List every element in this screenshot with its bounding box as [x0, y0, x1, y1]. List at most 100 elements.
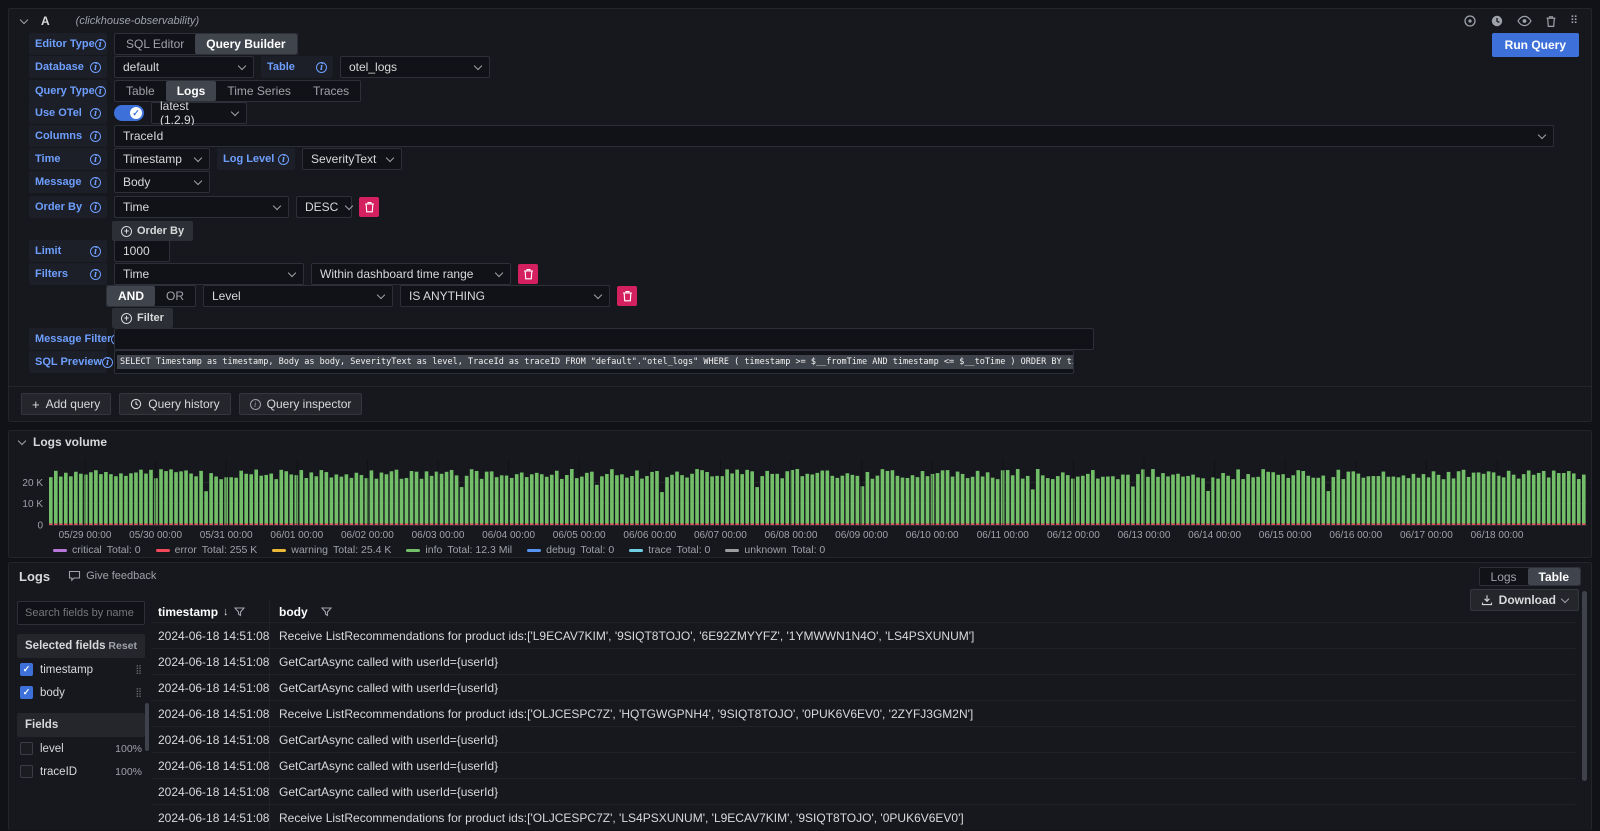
sidebar-scrollbar[interactable] — [145, 703, 149, 751]
timestamp-column-header[interactable]: timestamp ↓ — [151, 605, 269, 619]
columns-multiselect[interactable]: TraceId — [114, 125, 1554, 147]
editor-type-sql-editor[interactable]: SQL Editor — [115, 34, 195, 54]
remove-order-by-button[interactable] — [359, 197, 379, 217]
time-column-select[interactable]: Timestamp — [114, 148, 210, 170]
query-inspector-button[interactable]: i Query inspector — [239, 393, 363, 415]
order-by-select[interactable]: Time — [114, 196, 289, 218]
checkbox-unchecked[interactable] — [20, 765, 33, 778]
info-icon[interactable]: i — [95, 86, 106, 97]
info-icon[interactable]: i — [316, 62, 327, 73]
bar-segment — [525, 477, 529, 524]
log-level-select[interactable]: SeverityText — [302, 148, 402, 170]
log-level-label: Log Leveli — [217, 148, 295, 170]
give-feedback-link[interactable]: Give feedback — [68, 570, 156, 582]
bar-segment — [129, 473, 133, 523]
drag-handle-icon[interactable]: ⣿ — [135, 664, 142, 675]
info-icon[interactable]: i — [90, 246, 101, 257]
run-query-button[interactable]: Run Query — [1492, 33, 1579, 57]
bar-segment — [274, 524, 278, 525]
logs-volume-chart[interactable]: 010 K20 K — [9, 455, 1593, 529]
history-icon[interactable] — [1490, 14, 1504, 28]
y-axis-label: 10 K — [22, 499, 43, 510]
bar-segment — [600, 476, 604, 523]
legend-item-unknown[interactable]: unknownTotal: 0 — [725, 544, 825, 556]
use-otel-toggle[interactable]: ✓ — [114, 105, 144, 121]
info-icon[interactable]: i — [95, 39, 106, 50]
limit-input[interactable]: 1000 — [114, 240, 170, 262]
query-history-button[interactable]: Query history — [119, 393, 230, 415]
table-select[interactable]: otel_logs — [340, 56, 490, 78]
reset-button[interactable]: Reset — [108, 640, 137, 652]
database-select[interactable]: default — [114, 56, 254, 78]
condition-or[interactable]: OR — [155, 286, 195, 306]
filter1-field-select[interactable]: Time — [114, 263, 304, 285]
panel-collapse-icon[interactable] — [18, 436, 26, 444]
bar-segment — [956, 472, 960, 524]
table-row[interactable]: 2024-06-18 14:51:08Receive ListRecommend… — [151, 623, 1575, 649]
filter2-field-select[interactable]: Level — [203, 285, 393, 307]
filter-icon[interactable] — [321, 607, 332, 617]
eye-icon[interactable] — [1517, 15, 1532, 27]
checkbox-checked[interactable]: ✓ — [20, 686, 33, 699]
add-query-button[interactable]: + Add query — [21, 393, 111, 415]
filter-icon[interactable] — [234, 607, 245, 617]
table-row[interactable]: 2024-06-18 14:51:08GetCartAsync called w… — [151, 675, 1575, 701]
message-column-select[interactable]: Body — [114, 171, 210, 193]
checkbox-unchecked[interactable] — [20, 742, 33, 755]
legend-item-debug[interactable]: debugTotal: 0 — [527, 544, 614, 556]
trash-icon[interactable] — [1545, 15, 1557, 28]
table-scrollbar[interactable] — [1582, 591, 1587, 781]
legend-item-warning[interactable]: warningTotal: 25.4 K — [272, 544, 391, 556]
legend-item-trace[interactable]: traceTotal: 0 — [629, 544, 710, 556]
query-type-tab-logs[interactable]: Logs — [166, 81, 217, 101]
info-icon[interactable]: i — [102, 357, 113, 368]
sort-desc-icon[interactable]: ↓ — [223, 606, 229, 618]
info-icon[interactable]: i — [90, 108, 101, 119]
order-direction-select[interactable]: DESC — [296, 196, 352, 218]
body-column-header[interactable]: body — [269, 601, 1575, 622]
info-icon[interactable]: i — [90, 62, 101, 73]
search-fields-input[interactable] — [17, 601, 145, 625]
legend-label: unknown — [744, 544, 786, 556]
disable-query-icon[interactable] — [1463, 14, 1477, 28]
info-icon[interactable]: i — [90, 177, 101, 188]
table-row[interactable]: 2024-06-18 14:51:08GetCartAsync called w… — [151, 779, 1575, 805]
bar-segment — [846, 524, 850, 525]
filter2-operator-select[interactable]: IS ANYTHING — [400, 285, 610, 307]
filter1-operator-select[interactable]: Within dashboard time range — [311, 263, 511, 285]
editor-type-query-builder[interactable]: Query Builder — [195, 34, 296, 54]
remove-filter2-button[interactable] — [617, 286, 637, 306]
drag-handle-icon[interactable]: ⠿ — [1570, 16, 1577, 27]
view-table[interactable]: Table — [1528, 568, 1580, 585]
drag-handle-icon[interactable]: ⣿ — [135, 687, 142, 698]
bar-segment — [981, 524, 985, 525]
legend-item-info[interactable]: infoTotal: 12.3 Mil — [406, 544, 512, 556]
info-icon[interactable]: i — [90, 202, 101, 213]
info-icon[interactable]: i — [90, 269, 101, 280]
collapse-query-icon[interactable] — [20, 15, 28, 23]
table-row[interactable]: 2024-06-18 14:51:08Receive ListRecommend… — [151, 701, 1575, 727]
bar-segment — [380, 473, 384, 524]
condition-and[interactable]: AND — [107, 286, 155, 306]
info-icon[interactable]: i — [90, 154, 101, 165]
table-row[interactable]: 2024-06-18 14:51:08Receive ListRecommend… — [151, 805, 1575, 830]
legend-item-critical[interactable]: criticalTotal: 0 — [53, 544, 141, 556]
remove-filter1-button[interactable] — [518, 264, 538, 284]
legend-item-error[interactable]: errorTotal: 255 K — [156, 544, 258, 556]
table-row[interactable]: 2024-06-18 14:51:08GetCartAsync called w… — [151, 727, 1575, 753]
query-type-tab-traces[interactable]: Traces — [302, 81, 360, 101]
view-logs[interactable]: Logs — [1480, 568, 1528, 585]
info-icon[interactable]: i — [278, 154, 289, 165]
table-row[interactable]: 2024-06-18 14:51:08GetCartAsync called w… — [151, 753, 1575, 779]
body-cell: GetCartAsync called with userId={userId} — [269, 675, 1575, 700]
info-icon[interactable]: i — [90, 131, 101, 142]
add-filter-button[interactable]: + Filter — [112, 308, 173, 328]
add-order-by-button[interactable]: + Order By — [112, 221, 193, 241]
table-row[interactable]: 2024-06-18 14:51:08GetCartAsync called w… — [151, 649, 1575, 675]
query-type-tab-table[interactable]: Table — [115, 81, 166, 101]
query-type-tab-time-series[interactable]: Time Series — [216, 81, 302, 101]
checkbox-checked[interactable]: ✓ — [20, 663, 33, 676]
message-filter-input[interactable] — [114, 328, 1094, 350]
otel-version-select[interactable]: latest (1.2.9) — [151, 102, 247, 124]
bar-segment — [590, 472, 594, 524]
